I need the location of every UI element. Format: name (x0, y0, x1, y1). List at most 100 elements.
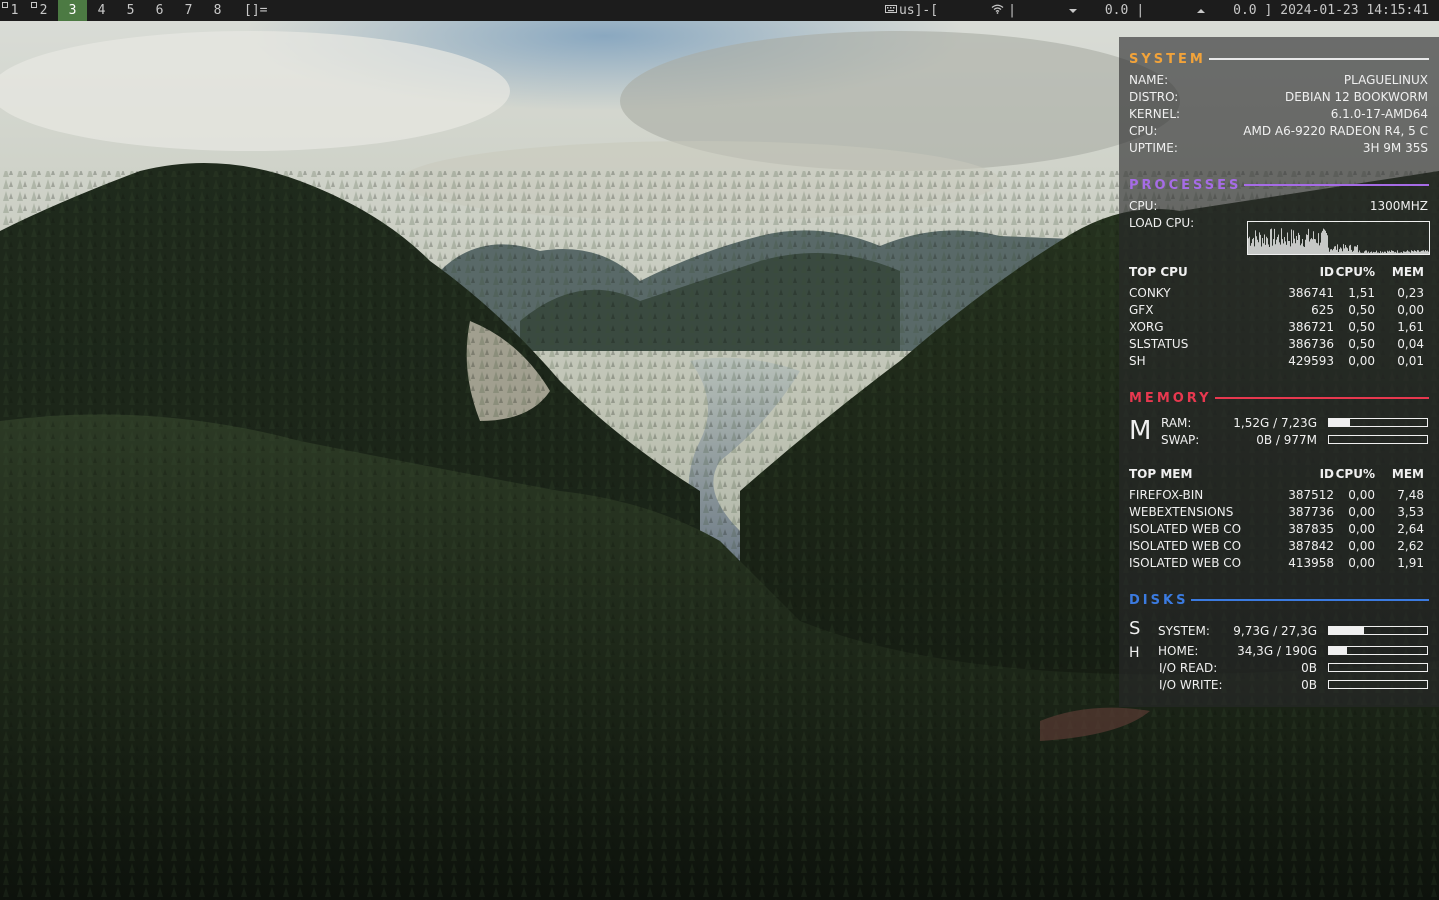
table-row: XORG 386721 0,50 1,61 (1129, 319, 1429, 336)
process-name: XORG (1129, 320, 1164, 334)
section-title: DISKS (1129, 592, 1189, 608)
table-row: GFX 625 0,50 0,00 (1129, 302, 1429, 319)
process-name: GFX (1129, 303, 1154, 317)
disk-home-bar (1328, 646, 1428, 655)
processes-section-header: PROCESSES (1129, 177, 1429, 193)
process-name: CONKY (1129, 286, 1171, 300)
workspace-tag-8[interactable]: 8 (203, 0, 232, 21)
table-row: SH 429593 0,00 0,01 (1129, 353, 1429, 370)
upload-arrow-icon (1150, 0, 1206, 33)
upload-rate: 0.0 ] (1233, 3, 1273, 18)
workspace-tag-label: 7 (184, 3, 193, 18)
disk-system-fill (1329, 627, 1365, 634)
row-label: CPU: (1129, 124, 1158, 138)
workspace-tag-3[interactable]: 3 (58, 0, 87, 21)
workspace-tag-7[interactable]: 7 (174, 0, 203, 21)
workspace-tag-label: 2 (39, 3, 48, 18)
process-cpu: 0,50 (1348, 337, 1375, 351)
process-name: ISOLATED WEB CO (1129, 522, 1242, 536)
workspace-tag-label: 6 (155, 3, 164, 18)
row-label: LOAD CPU: (1129, 216, 1195, 230)
disk-home-fill (1329, 647, 1347, 654)
io-write-bar (1328, 680, 1428, 689)
process-cpu: 0,00 (1348, 539, 1375, 553)
table-row: FIREFOX-BIN 387512 0,00 7,48 (1129, 487, 1429, 504)
process-cpu: 0,50 (1348, 303, 1375, 317)
row-label: KERNEL: (1129, 107, 1181, 121)
process-id: 429593 (1288, 354, 1334, 368)
workspace-tag-label: 5 (126, 3, 135, 18)
process-mem: 1,61 (1397, 320, 1424, 334)
process-mem: 0,00 (1397, 303, 1424, 317)
column-header: TOP CPU (1129, 265, 1188, 279)
clock[interactable]: 2024-01-23 14:15:41 (1280, 3, 1429, 18)
column-header: MEM (1391, 467, 1424, 481)
process-cpu: 0,00 (1348, 354, 1375, 368)
section-title: MEMORY (1129, 390, 1212, 406)
table-row: WEBEXTENSIONS 387736 0,00 3,53 (1129, 504, 1429, 521)
process-name: ISOLATED WEB CO (1129, 539, 1242, 553)
system-row-uptime: UPTIME: 3H 9M 35S (1129, 140, 1428, 157)
process-mem: 3,53 (1397, 505, 1424, 519)
ram-value: 1,52G / 7,23G (1233, 416, 1317, 430)
section-divider (1208, 58, 1429, 60)
process-cpu: 0,00 (1348, 505, 1375, 519)
table-row: CONKY 386741 1,51 0,23 (1129, 285, 1429, 302)
cpu-load-graph (1247, 221, 1430, 255)
process-name: FIREFOX-BIN (1129, 488, 1204, 502)
table-row: SLSTATUS 386736 0,50 0,04 (1129, 336, 1429, 353)
section-divider (1191, 599, 1429, 601)
disks-section-header: DISKS (1129, 592, 1429, 608)
table-row: ISOLATED WEB CO 387835 0,00 2,64 (1129, 521, 1429, 538)
row-label: DISTRO: (1129, 90, 1179, 104)
ram-usage-fill (1329, 419, 1350, 426)
workspace-tag-label: 3 (68, 3, 77, 18)
disk-label: SYSTEM: (1158, 624, 1210, 638)
process-id: 387736 (1288, 505, 1334, 519)
disk-label: HOME: (1158, 644, 1199, 658)
process-name: ISOLATED WEB CO (1129, 556, 1242, 570)
workspace-tag-1[interactable]: 1 (0, 0, 29, 21)
disk-value: 9,73G / 27,3G (1233, 624, 1317, 638)
process-name: SH (1129, 354, 1146, 368)
wifi-icon (944, 0, 1004, 33)
separator: | (1008, 3, 1016, 18)
section-divider (1244, 184, 1429, 186)
row-value: 1300MHZ (1369, 199, 1428, 213)
workspace-tag-4[interactable]: 4 (87, 0, 116, 21)
io-read-bar (1328, 663, 1428, 672)
process-cpu: 0,00 (1348, 556, 1375, 570)
top-mem-header: TOP MEM ID CPU% MEM (1129, 466, 1429, 483)
swap-usage-bar (1328, 435, 1428, 444)
ram-label: RAM: (1161, 416, 1192, 430)
section-title: SYSTEM (1129, 51, 1206, 67)
process-id: 386736 (1288, 337, 1334, 351)
process-cpu: 1,51 (1348, 286, 1375, 300)
section-title: PROCESSES (1129, 177, 1242, 193)
separator: | (1136, 3, 1145, 18)
process-cpu: 0,50 (1348, 320, 1375, 334)
memory-section-header: MEMORY (1129, 390, 1429, 406)
ram-usage-bar (1328, 418, 1428, 427)
section-divider (1214, 397, 1429, 399)
process-name: WEBEXTENSIONS (1129, 505, 1234, 519)
workspace-tag-label: 4 (97, 3, 106, 18)
process-cpu: 0,00 (1348, 488, 1375, 502)
swap-value: 0B / 977M (1256, 433, 1317, 447)
row-value: AMD A6-9220 RADEON R4, 5 C (1243, 124, 1428, 138)
table-row: ISOLATED WEB CO 387842 0,00 2,62 (1129, 538, 1429, 555)
column-header: MEM (1391, 265, 1424, 279)
workspace-tag-6[interactable]: 6 (145, 0, 174, 21)
process-mem: 2,64 (1397, 522, 1424, 536)
process-id: 387512 (1288, 488, 1334, 502)
layout-indicator[interactable]: []= (244, 3, 267, 18)
keyboard-layout: us]-[ (898, 3, 939, 18)
workspace-tag-2[interactable]: 2 (29, 0, 58, 21)
process-mem: 0,01 (1397, 354, 1424, 368)
workspace-tag-5[interactable]: 5 (116, 0, 145, 21)
workspace-tags: 1 2 3 4 5 6 7 8 (0, 0, 232, 21)
process-mem: 1,91 (1397, 556, 1424, 570)
system-row-name: NAME: PLAGUELINUX (1129, 72, 1428, 89)
process-id: 387835 (1288, 522, 1334, 536)
system-row-kernel: KERNEL: 6.1.0-17-AMD64 (1129, 106, 1428, 123)
